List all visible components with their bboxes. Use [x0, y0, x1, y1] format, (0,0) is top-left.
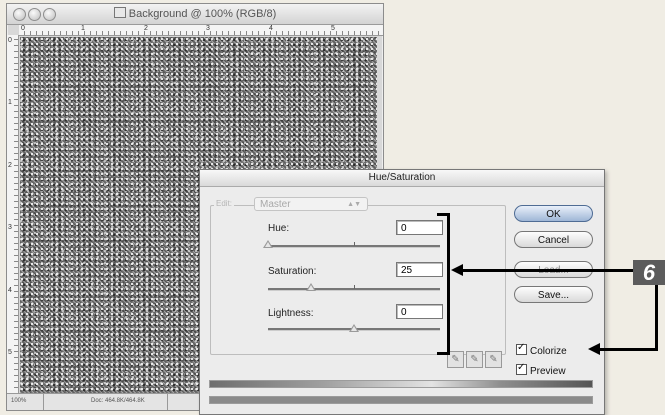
hue-input[interactable]: 0 — [396, 220, 443, 235]
ruler-left-label: 3 — [8, 224, 12, 231]
top-ruler: 0 1 2 3 4 5 — [19, 25, 383, 36]
edit-channel-value: Master — [260, 199, 291, 210]
document-title: Background @ 100% (RGB/8) — [128, 8, 277, 20]
ruler-top-label: 5 — [331, 25, 335, 32]
colorize-label: Colorize — [530, 346, 567, 357]
document-titlebar[interactable]: Background @ 100% (RGB/8) — [7, 4, 383, 25]
ruler-top-label: 2 — [144, 25, 148, 32]
sliders-bracket-callout — [437, 213, 450, 355]
saturation-slider-thumb[interactable] — [306, 283, 316, 291]
callout-line-top — [462, 269, 633, 272]
ruler-left-label: 4 — [8, 287, 12, 294]
callout-line-vertical — [655, 285, 658, 351]
colorize-checkbox[interactable]: Colorize — [516, 342, 567, 357]
ruler-top-label: 1 — [81, 25, 85, 32]
ruler-left-label: 2 — [8, 162, 12, 169]
document-size[interactable]: Doc: 464.8K/464.8K — [91, 398, 145, 404]
hue-center-tick — [354, 242, 355, 246]
edit-channel-select[interactable]: Master ▲▼ — [254, 197, 368, 211]
hue-slider-thumb[interactable] — [263, 240, 273, 248]
colorize-check-icon[interactable] — [516, 342, 527, 355]
callout-line-bottom — [600, 348, 658, 351]
status-divider — [43, 394, 44, 410]
callout-arrowhead-icon — [451, 264, 463, 276]
hue-label: Hue: — [268, 223, 290, 234]
saturation-input[interactable]: 25 — [396, 262, 443, 277]
ruler-left-label: 1 — [8, 99, 12, 106]
add-eyedropper-icon[interactable]: ✎ — [466, 351, 483, 368]
lightness-label: Lightness: — [268, 308, 314, 319]
callout-arrowhead-icon — [588, 343, 600, 355]
hue-saturation-dialog: Hue/Saturation Edit: Master ▲▼ Hue: 0 Sa… — [199, 169, 605, 415]
ok-button[interactable]: OK — [514, 205, 593, 222]
saturation-center-tick — [354, 285, 355, 289]
edit-label: Edit: — [214, 199, 235, 208]
ruler-left-label: 5 — [8, 349, 12, 356]
saturation-label: Saturation: — [268, 266, 317, 277]
lightness-slider-thumb[interactable] — [349, 324, 359, 332]
select-arrows-icon: ▲▼ — [347, 201, 361, 208]
input-color-bar — [209, 380, 593, 388]
preview-checkbox[interactable]: Preview — [516, 362, 566, 377]
dialog-title[interactable]: Hue/Saturation — [200, 170, 604, 187]
document-title-wrap: Background @ 100% (RGB/8) — [7, 7, 383, 20]
ruler-left-label: 0 — [8, 37, 12, 44]
save-button[interactable]: Save... — [514, 286, 593, 303]
zoom-level[interactable]: 100% — [11, 398, 26, 404]
ruler-top-label: 4 — [269, 25, 273, 32]
preview-label: Preview — [530, 366, 566, 377]
cancel-button[interactable]: Cancel — [514, 231, 593, 248]
subtract-eyedropper-icon[interactable]: ✎ — [485, 351, 502, 368]
preview-check-icon[interactable] — [516, 362, 527, 375]
document-icon — [113, 7, 126, 18]
ruler-top-label: 0 — [21, 25, 25, 32]
output-color-bar — [209, 396, 593, 404]
adjustment-group-box — [210, 205, 506, 355]
step-number-badge: 6 — [633, 260, 665, 285]
lightness-input[interactable]: 0 — [396, 304, 443, 319]
ruler-top-label: 3 — [206, 25, 210, 32]
status-divider — [167, 394, 168, 410]
left-ruler: 0 1 2 3 4 5 — [7, 35, 19, 393]
